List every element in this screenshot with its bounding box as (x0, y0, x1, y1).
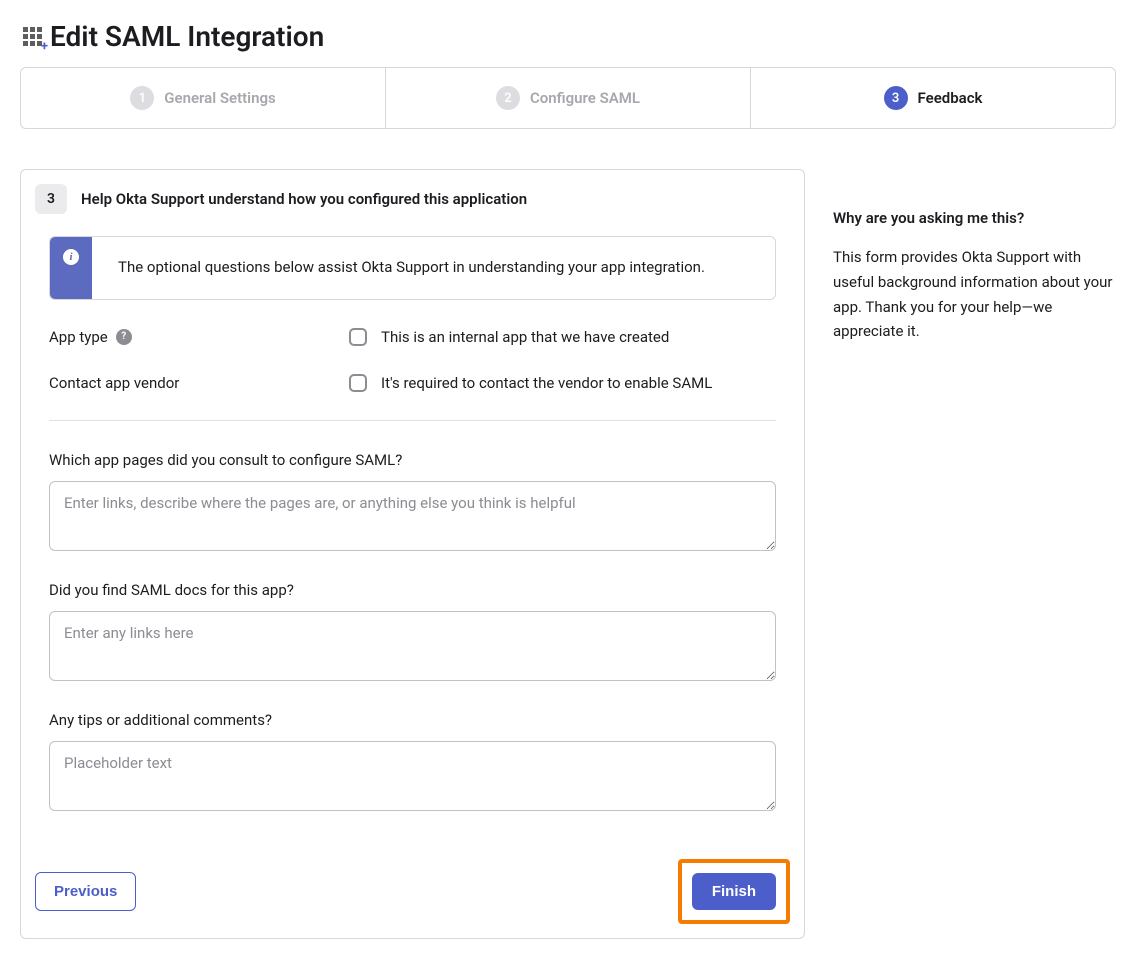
step-number-3: 3 (884, 86, 908, 110)
side-panel-title: Why are you asking me this? (833, 209, 1116, 227)
main-form-panel: 3 Help Okta Support understand how you c… (20, 169, 805, 939)
wizard-step-configure-saml[interactable]: 2 Configure SAML (386, 68, 751, 128)
section-title: Help Okta Support understand how you con… (81, 190, 527, 208)
step-label: Configure SAML (530, 89, 640, 107)
section-number-badge: 3 (35, 184, 67, 214)
saml-docs-field: Did you find SAML docs for this app? (49, 581, 776, 685)
pages-consulted-label: Which app pages did you consult to confi… (49, 451, 776, 469)
pages-consulted-textarea[interactable] (49, 481, 776, 551)
contact-vendor-checkbox[interactable] (349, 374, 367, 392)
contact-vendor-row: Contact app vendor It's required to cont… (49, 374, 776, 392)
plus-icon: + (41, 40, 48, 53)
wizard-steps: 1 General Settings 2 Configure SAML 3 Fe… (20, 67, 1116, 129)
divider (49, 420, 776, 421)
finish-highlight-box: Finish (678, 859, 790, 924)
page-title: Edit SAML Integration (50, 20, 324, 53)
button-row: Previous Finish (35, 859, 790, 924)
contact-vendor-checkbox-label: It's required to contact the vendor to e… (381, 374, 712, 392)
tips-textarea[interactable] (49, 741, 776, 811)
saml-docs-label: Did you find SAML docs for this app? (49, 581, 776, 599)
step-number-2: 2 (496, 86, 520, 110)
wizard-step-general-settings[interactable]: 1 General Settings (21, 68, 386, 128)
finish-button[interactable]: Finish (692, 873, 776, 910)
tips-label: Any tips or additional comments? (49, 711, 776, 729)
step-number-1: 1 (130, 86, 154, 110)
saml-docs-textarea[interactable] (49, 611, 776, 681)
info-icon: i (63, 249, 79, 265)
info-callout: i The optional questions below assist Ok… (49, 236, 776, 300)
contact-vendor-label: Contact app vendor (49, 374, 179, 392)
previous-button[interactable]: Previous (35, 872, 136, 911)
wizard-step-feedback[interactable]: 3 Feedback (751, 68, 1115, 128)
side-panel: Why are you asking me this? This form pr… (833, 169, 1116, 344)
help-icon[interactable]: ? (116, 329, 132, 345)
step-label: General Settings (164, 89, 275, 107)
app-type-label: App type (49, 328, 108, 346)
pages-consulted-field: Which app pages did you consult to confi… (49, 451, 776, 555)
apps-grid-icon: + (20, 25, 44, 49)
info-stripe: i (50, 237, 92, 299)
app-type-checkbox[interactable] (349, 328, 367, 346)
side-panel-text: This form provides Okta Support with use… (833, 245, 1116, 344)
page-header: + Edit SAML Integration (20, 20, 1116, 53)
step-label: Feedback (918, 89, 983, 107)
section-header: 3 Help Okta Support understand how you c… (35, 184, 790, 214)
tips-field: Any tips or additional comments? (49, 711, 776, 815)
app-type-checkbox-label: This is an internal app that we have cre… (381, 328, 669, 346)
app-type-row: App type ? This is an internal app that … (49, 328, 776, 346)
info-text: The optional questions below assist Okta… (92, 237, 731, 299)
